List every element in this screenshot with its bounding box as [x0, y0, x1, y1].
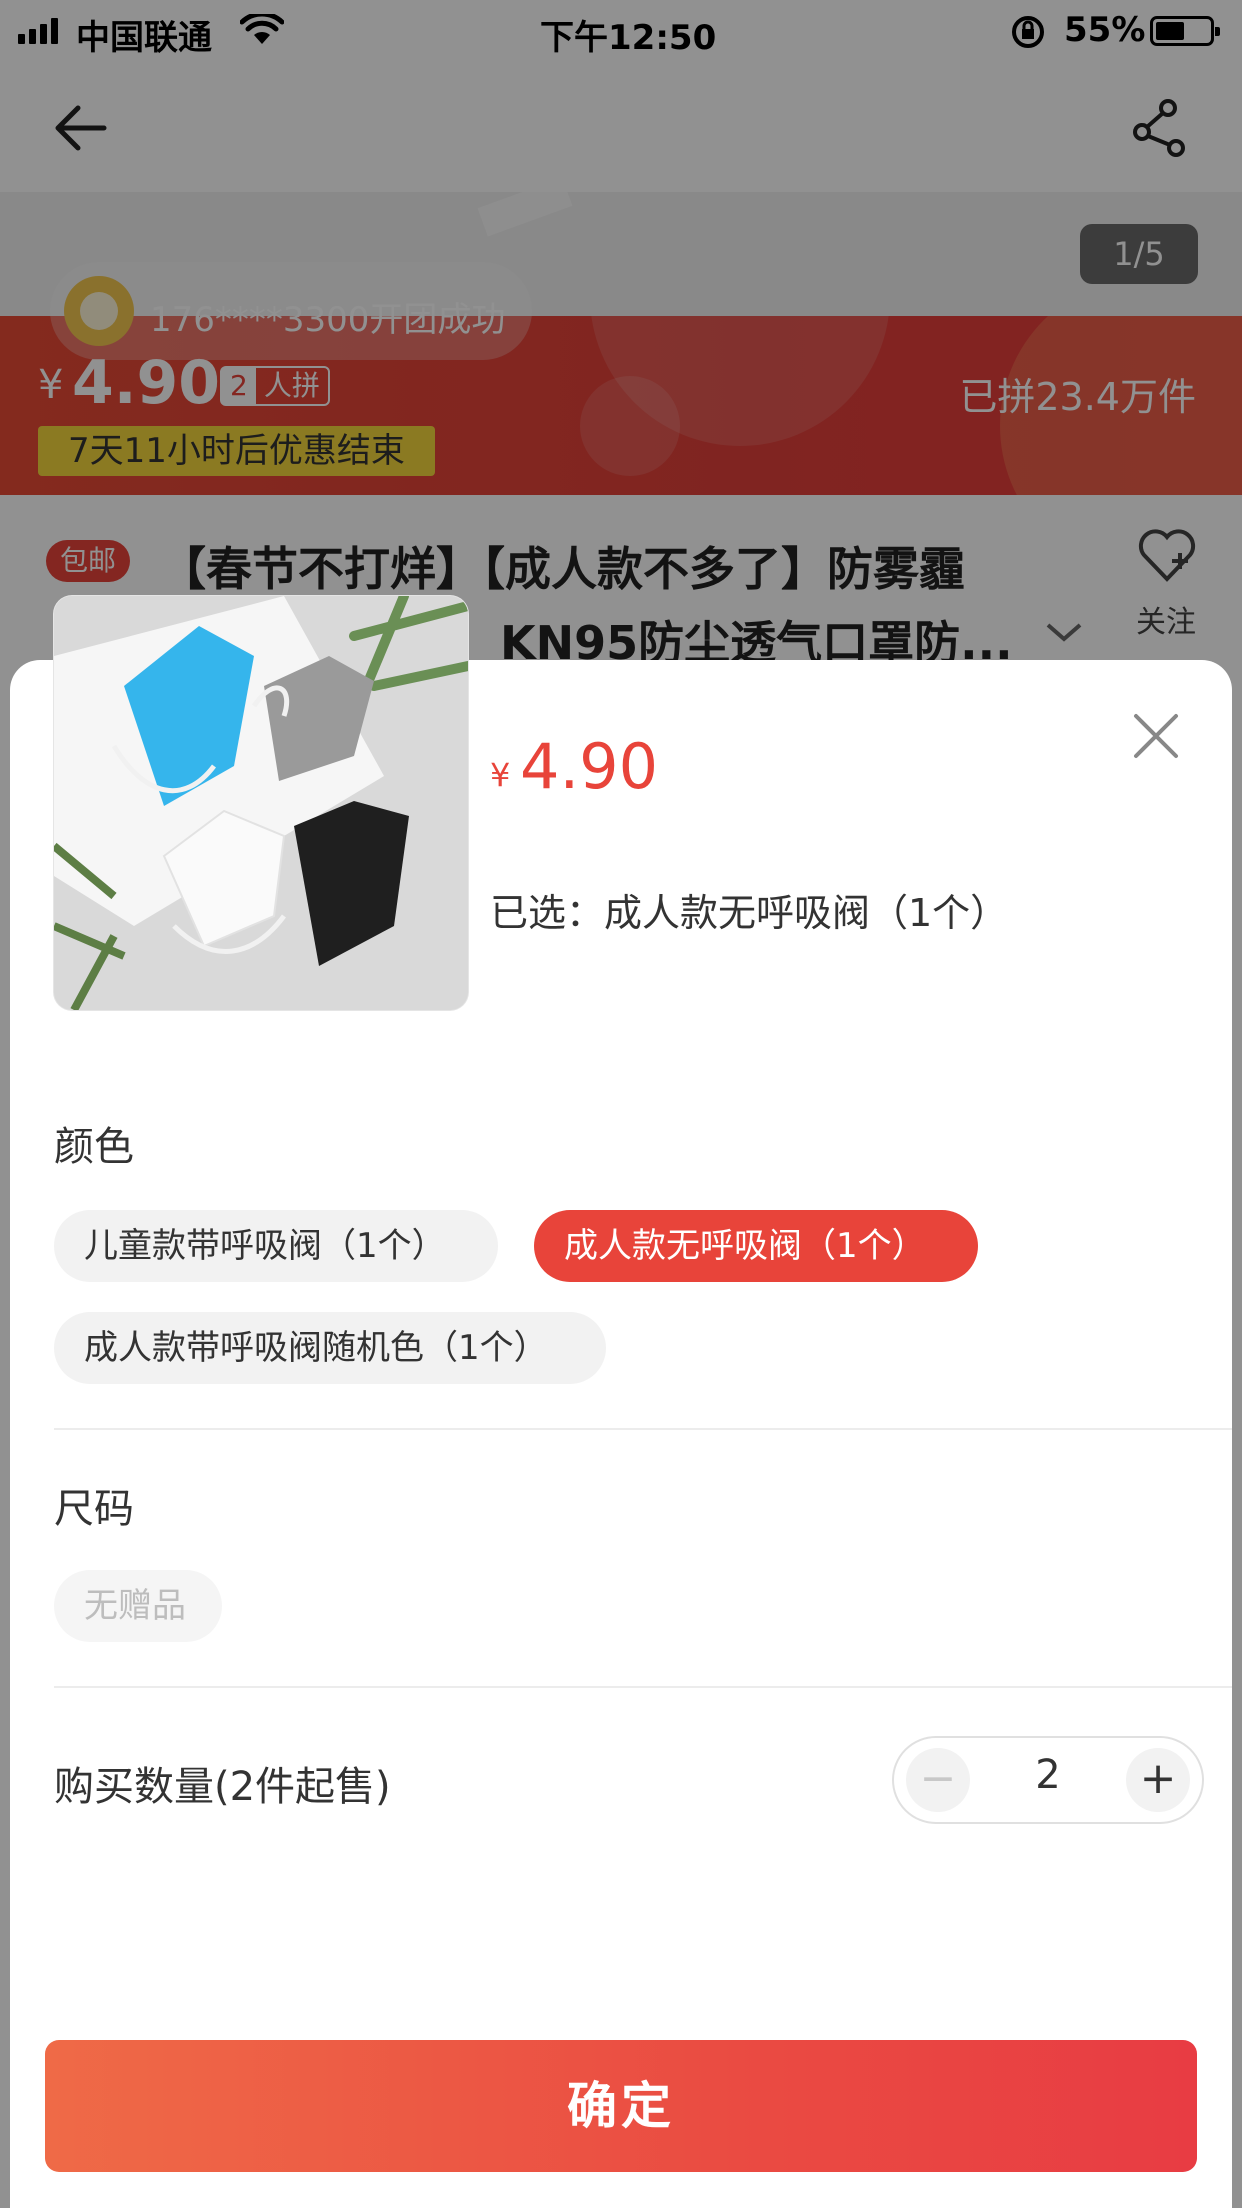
plus-button[interactable]: +	[1126, 1748, 1190, 1812]
color-section-title: 颜色	[54, 1124, 134, 1170]
sheet-price-currency: ¥	[490, 756, 511, 794]
quantity-label: 购买数量(2件起售)	[54, 1764, 391, 1810]
color-option-children-valve[interactable]: 儿童款带呼吸阀（1个）	[54, 1210, 498, 1282]
selected-spec-text: 已选：成人款无呼吸阀（1个）	[490, 891, 1009, 935]
close-icon[interactable]	[1132, 712, 1180, 760]
size-section-title: 尺码	[54, 1486, 134, 1532]
mask-product-image	[54, 596, 468, 1010]
size-option-no-gift: 无赠品	[54, 1570, 222, 1642]
confirm-button[interactable]: 确定	[45, 2040, 1197, 2172]
quantity-stepper: − 2 +	[892, 1736, 1204, 1824]
sheet-price: 4.90	[520, 730, 659, 803]
section-divider	[54, 1686, 1232, 1688]
section-divider	[54, 1428, 1232, 1430]
color-option-adult-valve-random[interactable]: 成人款带呼吸阀随机色（1个）	[54, 1312, 606, 1384]
product-thumbnail	[54, 596, 468, 1010]
color-option-adult-no-valve[interactable]: 成人款无呼吸阀（1个）	[534, 1210, 978, 1282]
